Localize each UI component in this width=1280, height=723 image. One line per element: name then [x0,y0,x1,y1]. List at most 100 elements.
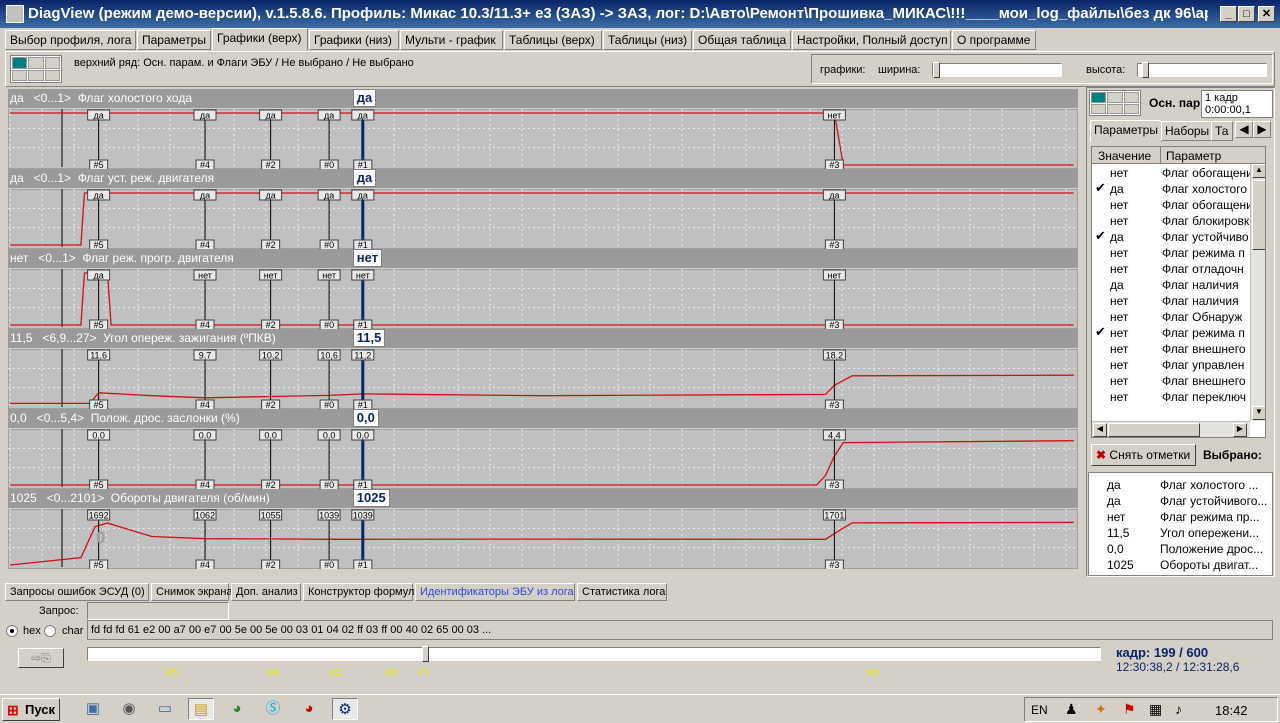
tab-formula-builder[interactable]: Конструктор формул [303,583,414,601]
parameter-row[interactable]: нет Флаг режима п [1092,245,1252,261]
frame-slider[interactable] [87,646,1101,662]
tab-charts-top[interactable]: Графики (верх) [212,28,308,50]
taskbar-chrome2-icon[interactable]: ◕ [296,698,322,720]
tab-extra-analysis[interactable]: Доп. анализ [231,583,301,601]
width-slider[interactable] [932,62,1062,78]
parameter-row[interactable]: ✔ да Флаг устойчиво [1092,229,1252,245]
taskbar-folder-icon[interactable]: ▤ [188,698,214,720]
parameter-row[interactable]: нет Флаг переключ [1092,389,1252,405]
col-value-header[interactable]: Значение [1098,149,1151,163]
chart-plot[interactable]: 11,6 #5 9,7 #4 10,2 #2 10,6 #0 11,2 #1 18,2 #3 [8,349,1078,409]
timeline-marker[interactable]: #4 [267,667,279,679]
height-slider[interactable] [1137,62,1267,78]
radio-char[interactable] [44,625,56,637]
tab-log-stats[interactable]: Статистика лога [577,583,667,601]
chart-3[interactable]: нет <0...1> Флаг реж. прогр. двигателя не… [8,249,1078,329]
scroll-thumb[interactable] [1252,180,1265,250]
chart-plot[interactable]: 1692 #5 1062 #4 1055 #2 1039 #0 1039 #1 1701 #3 0 [8,509,1078,569]
chart-1[interactable]: да <0...1> Флаг холостого хода да да #5 да #4… [8,89,1078,169]
minimize-button[interactable]: _ [1220,6,1237,22]
chart-4[interactable]: 11,5 <6,9...27> Угол опереж. зажигания (… [8,329,1078,409]
copy-frames-button[interactable]: ⇨⎘ [18,648,64,668]
col-param-header[interactable]: Параметр [1160,147,1226,163]
tab-ecu-ids[interactable]: Идентификаторы ЭБУ из лога [415,583,575,601]
width-slider-thumb[interactable] [933,62,940,78]
tab-tables-truncated[interactable]: Та [1211,121,1233,141]
tab-multi-chart[interactable]: Мульти - график [400,30,503,50]
chart-2[interactable]: да <0...1> Флаг уст. реж. двигателя да да #… [8,169,1078,249]
hscroll-thumb[interactable] [1108,423,1200,437]
radio-hex[interactable] [6,625,18,637]
parameter-row[interactable]: нет Флаг наличия [1092,293,1252,309]
parameter-row[interactable]: нет Флаг обогащения [1092,165,1252,181]
tab-settings[interactable]: Настройки, Полный доступ [792,30,951,50]
parameter-row[interactable]: да Флаг наличия [1092,277,1252,293]
parameter-row[interactable]: ✔ нет Флаг режима п [1092,325,1252,341]
tray-network-icon[interactable]: ▦ [1149,701,1162,718]
selected-row[interactable]: нет Флаг режима пр... [1089,510,1274,526]
parameter-row[interactable]: нет Флаг управлен [1092,357,1252,373]
close-button[interactable]: ✕ [1258,6,1275,22]
tab-tables-top[interactable]: Таблицы (верх) [504,30,602,50]
check-icon[interactable]: ✔ [1095,229,1106,244]
list-vscrollbar[interactable]: ▲ ▼ [1250,164,1265,421]
tab-screenshot[interactable]: Снимок экрана [151,583,233,601]
selected-row[interactable]: да Флаг устойчивого... [1089,494,1274,510]
chart-5[interactable]: 0,0 <0...5,4> Полож. дрос. заслонки (%) 0… [8,409,1078,489]
tab-parameters[interactable]: Параметры [137,30,211,50]
chart-plot[interactable]: 0,0 #5 0,0 #4 0,0 #2 0,0 #0 0,0 #1 4,4 #3 [8,429,1078,489]
selected-row[interactable]: 11,5 Угол опережени... [1089,526,1274,542]
timeline-marker[interactable]: #5 [166,667,178,679]
tab-common-table[interactable]: Общая таблица [693,30,791,50]
tray-app-icon[interactable]: ♟ [1065,701,1078,718]
parameter-row[interactable]: нет Флаг внешнего [1092,341,1252,357]
parameter-row[interactable]: нет Флаг внешнего [1092,373,1252,389]
chart-plot[interactable]: да #5 да #4 да #2 да #0 да #1 да #3 [8,189,1078,249]
timeline-marker[interactable]: #0 [385,667,397,679]
scroll-right-icon[interactable]: ▶ [1233,423,1247,437]
panel-layout-icon[interactable] [1089,90,1141,116]
height-slider-thumb[interactable] [1142,62,1149,78]
tray-flag-icon[interactable]: ⚑ [1123,701,1136,718]
taskbar-window-icon[interactable]: ▭ [152,698,178,720]
selected-row[interactable]: 1025 Обороты двигат... [1089,558,1274,574]
language-indicator[interactable]: EN [1031,703,1048,717]
timeline-marker[interactable]: #1 [417,667,429,679]
parameter-row[interactable]: нет Флаг блокировки [1092,213,1252,229]
parameter-row[interactable]: ✔ да Флаг холостого [1092,181,1252,197]
tab-params[interactable]: Параметры [1090,120,1162,142]
tab-profile-select[interactable]: Выбор профиля, лога [5,30,136,50]
parameter-row[interactable]: нет Флаг Обнаруж [1092,309,1252,325]
remove-marks-button[interactable]: ✖ Снять отметки [1091,444,1196,466]
tabs-left-arrow-icon[interactable]: ◀ [1235,121,1253,138]
frame-slider-thumb[interactable] [422,646,430,662]
taskbar-diagview-icon[interactable]: ⚙ [332,698,358,720]
start-button[interactable]: ⊞ Пуск [2,698,60,721]
tray-update-icon[interactable]: ✦ [1095,701,1107,718]
check-icon[interactable]: ✔ [1095,181,1106,196]
tab-tables-bottom[interactable]: Таблицы (низ) [603,30,692,50]
taskbar-media-icon[interactable]: ◉ [116,698,142,720]
tabs-right-arrow-icon[interactable]: ▶ [1253,121,1271,138]
timeline-marker[interactable]: #3 [867,667,879,679]
taskbar-save-icon[interactable]: ▣ [80,698,106,720]
selected-row[interactable]: да Флаг холостого ... [1089,478,1274,494]
parameter-row[interactable]: нет Флаг отладочн [1092,261,1252,277]
layout-selector-icon[interactable] [10,55,62,83]
selected-row[interactable]: 0,0 Положение дрос... [1089,542,1274,558]
timeline-marker[interactable]: #2 [329,667,341,679]
scroll-up-icon[interactable]: ▲ [1252,164,1265,178]
taskbar-chrome-icon[interactable]: ◕ [224,698,250,720]
chart-plot[interactable]: да #5 да #4 да #2 да #0 да #1 нет #3 [8,109,1078,169]
taskbar-skype-icon[interactable]: Ⓢ [260,698,286,720]
check-icon[interactable]: ✔ [1095,325,1106,340]
tab-about[interactable]: О программе [952,30,1036,50]
parameter-row[interactable]: нет Флаг обогащения [1092,197,1252,213]
chart-plot[interactable]: да #5 нет #4 нет #2 нет #0 нет #1 нет #3 [8,269,1078,329]
scroll-down-icon[interactable]: ▼ [1252,406,1265,420]
tab-charts-bottom[interactable]: Графики (низ) [309,30,399,50]
tray-volume-icon[interactable]: ♪ [1175,701,1182,717]
tab-error-requests[interactable]: Запросы ошибок ЭСУД (0) [5,583,149,601]
tab-sets[interactable]: Наборы [1161,121,1214,141]
maximize-button[interactable]: □ [1238,6,1255,22]
